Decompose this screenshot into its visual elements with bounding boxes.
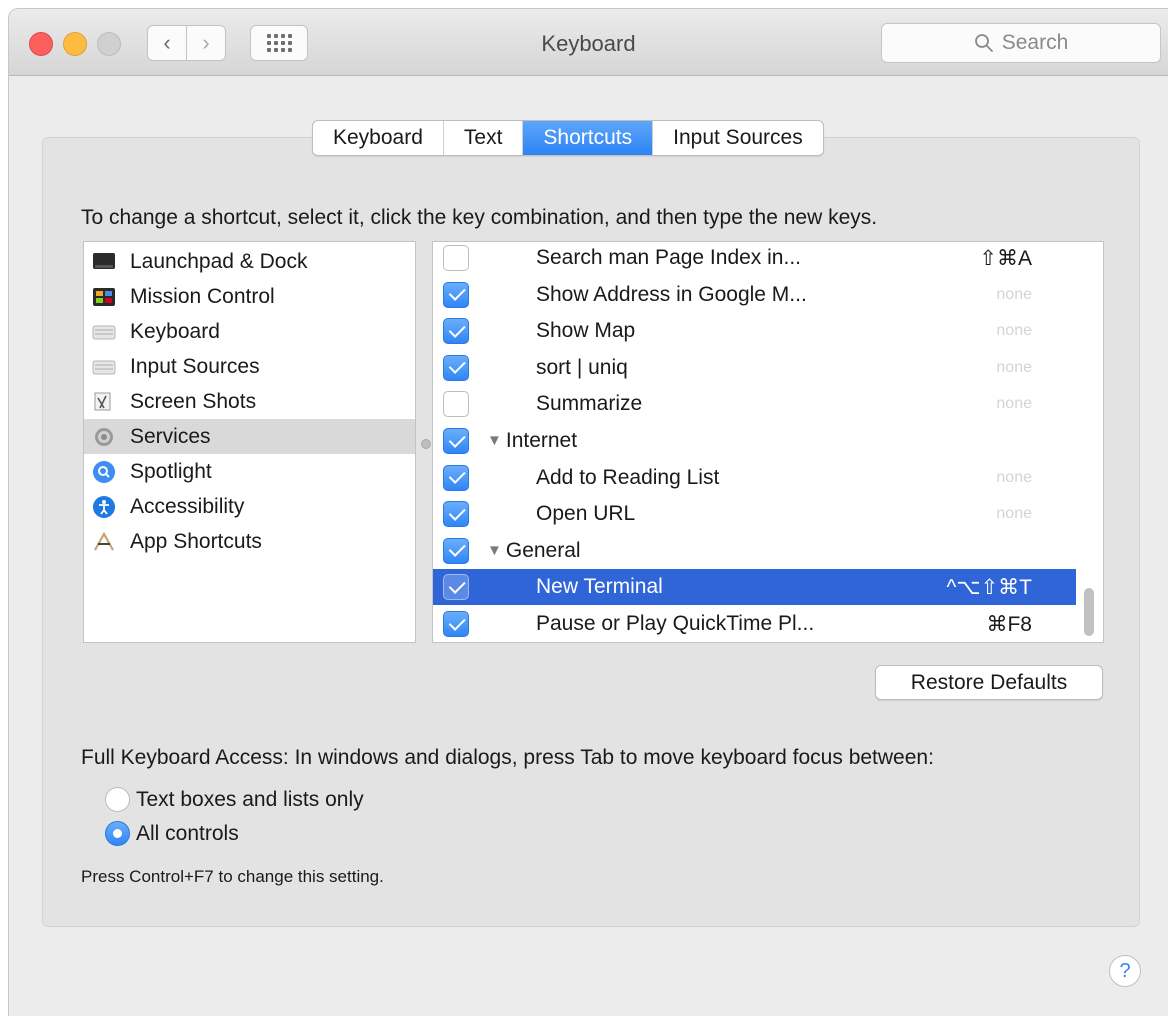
disclosure-triangle-icon[interactable]: ▼ <box>487 542 502 559</box>
shortcut-keys[interactable]: none <box>996 505 1032 523</box>
group-row[interactable]: ▼ General <box>433 533 1076 569</box>
category-label: Keyboard <box>130 319 220 343</box>
group-label[interactable]: ▼ Internet <box>487 429 577 453</box>
radio-label: Text boxes and lists only <box>136 787 364 811</box>
radio-label: All controls <box>136 821 239 845</box>
shortcut-row[interactable]: Add to Reading List none <box>433 460 1076 496</box>
category-input-sources[interactable]: Input Sources <box>84 349 415 384</box>
shortcut-keys[interactable]: ⇧⌘A <box>979 246 1032 271</box>
enable-checkbox[interactable] <box>443 428 469 454</box>
spotlight-icon <box>92 460 116 484</box>
search-placeholder: Search <box>1001 31 1069 54</box>
category-label: App Shortcuts <box>130 529 262 553</box>
shortcut-keys[interactable]: none <box>996 395 1032 413</box>
category-services[interactable]: Services <box>84 419 415 454</box>
group-row[interactable]: ▼ Internet <box>433 423 1076 459</box>
shortcut-name: Summarize <box>536 392 643 416</box>
shortcut-keys[interactable]: none <box>996 359 1032 377</box>
mission-control-icon <box>92 285 116 309</box>
category-label: Services <box>130 424 211 448</box>
shortcut-name: Search man Page Index in... <box>536 246 801 269</box>
enable-checkbox[interactable] <box>443 611 469 637</box>
radio-text-boxes[interactable]: Text boxes and lists only <box>105 787 364 812</box>
category-app-shortcuts[interactable]: App Shortcuts <box>84 524 415 559</box>
category-spotlight[interactable]: Spotlight <box>84 454 415 489</box>
shortcut-keys[interactable]: none <box>996 322 1032 340</box>
enable-checkbox[interactable] <box>443 281 469 308</box>
category-label: Mission Control <box>130 284 275 308</box>
category-list[interactable]: Launchpad & Dock Mission Control Keyboard I… <box>83 241 416 643</box>
gear-icon <box>92 425 116 449</box>
enable-checkbox[interactable] <box>443 391 469 418</box>
shortcut-name: Pause or Play QuickTime Pl... <box>536 612 815 635</box>
category-label: Input Sources <box>130 354 260 378</box>
enable-checkbox[interactable] <box>443 464 469 491</box>
shortcut-row[interactable]: Open URL none <box>433 496 1076 532</box>
preferences-window: ‹ › Keyboard Search Keyboard Text Shortcut… <box>8 8 1168 1016</box>
tab-text[interactable]: Text <box>444 121 524 155</box>
shortcut-row[interactable]: sort | uniq none <box>433 350 1076 386</box>
shortcut-name: Open URL <box>536 502 636 526</box>
shortcut-row[interactable]: Pause or Play QuickTime Pl... ⌘F8 <box>433 606 1076 642</box>
screenshot-icon <box>92 390 116 414</box>
shortcut-keys[interactable]: none <box>996 286 1032 304</box>
group-label[interactable]: ▼ General <box>487 539 581 563</box>
shortcut-keys[interactable]: ^⌥⇧⌘T <box>947 575 1032 600</box>
shortcut-row[interactable]: New Terminal ^⌥⇧⌘T <box>433 569 1076 606</box>
tab-bar: Keyboard Text Shortcuts Input Sources <box>312 120 824 156</box>
scrollbar-thumb[interactable] <box>1084 588 1094 636</box>
radio-button[interactable] <box>105 787 130 812</box>
shortcut-row[interactable]: Search man Page Index in... ⇧⌘A <box>433 242 1076 276</box>
category-keyboard[interactable]: Keyboard <box>84 314 415 349</box>
shortcut-row[interactable]: Show Map none <box>433 313 1076 349</box>
shortcut-name: Show Map <box>536 319 636 343</box>
instruction-text: To change a shortcut, select it, click t… <box>81 206 878 229</box>
launchpad-icon <box>92 250 116 274</box>
disclosure-triangle-icon[interactable]: ▼ <box>487 432 502 449</box>
shortcut-name: New Terminal <box>536 575 663 599</box>
category-label: Spotlight <box>130 459 212 483</box>
enable-checkbox[interactable] <box>443 574 469 601</box>
title-bar: ‹ › Keyboard Search <box>9 9 1168 76</box>
enable-checkbox[interactable] <box>443 537 469 564</box>
category-launchpad-dock[interactable]: Launchpad & Dock <box>84 244 415 279</box>
category-label: Accessibility <box>130 494 245 518</box>
full-keyboard-access-label: Full Keyboard Access: In windows and dia… <box>81 746 934 769</box>
enable-checkbox[interactable] <box>443 354 469 381</box>
help-button[interactable]: ? <box>1109 955 1141 987</box>
shortcut-row[interactable]: Summarize none <box>433 386 1076 422</box>
setting-note: Press Control+F7 to change this setting. <box>81 867 384 886</box>
category-screen-shots[interactable]: Screen Shots <box>84 384 415 419</box>
input-sources-icon <box>92 355 116 379</box>
shortcut-name: Show Address in Google M... <box>536 282 807 306</box>
category-label: Screen Shots <box>130 389 257 413</box>
restore-defaults-button[interactable]: Restore Defaults <box>875 665 1103 700</box>
shortcut-row[interactable]: Show Address in Google M... none <box>433 277 1076 313</box>
radio-button[interactable] <box>105 821 130 846</box>
category-accessibility[interactable]: Accessibility <box>84 489 415 524</box>
enable-checkbox[interactable] <box>443 501 469 528</box>
enable-checkbox[interactable] <box>443 318 469 345</box>
search-field[interactable]: Search <box>881 23 1161 63</box>
group-name: General <box>505 538 581 562</box>
keyboard-icon <box>92 320 116 344</box>
category-label: Launchpad & Dock <box>130 249 308 273</box>
category-mission-control[interactable]: Mission Control <box>84 279 415 314</box>
group-name: Internet <box>505 429 578 452</box>
split-handle[interactable] <box>421 439 431 449</box>
app-shortcuts-icon <box>92 530 116 554</box>
radio-all-controls[interactable]: All controls <box>105 821 239 846</box>
accessibility-icon <box>92 495 116 519</box>
search-icon <box>974 34 993 52</box>
tab-keyboard[interactable]: Keyboard <box>313 121 444 155</box>
shortcut-keys[interactable]: ⌘F8 <box>986 612 1032 637</box>
shortcut-list[interactable]: Search man Page Index in... ⇧⌘A Show Addre… <box>432 241 1104 643</box>
shortcut-name: sort | uniq <box>536 355 628 379</box>
shortcut-name: Add to Reading List <box>536 465 720 489</box>
shortcut-keys[interactable]: none <box>996 469 1032 487</box>
tab-shortcuts[interactable]: Shortcuts <box>523 121 654 155</box>
tab-input-sources[interactable]: Input Sources <box>653 121 823 155</box>
enable-checkbox[interactable] <box>443 245 469 271</box>
